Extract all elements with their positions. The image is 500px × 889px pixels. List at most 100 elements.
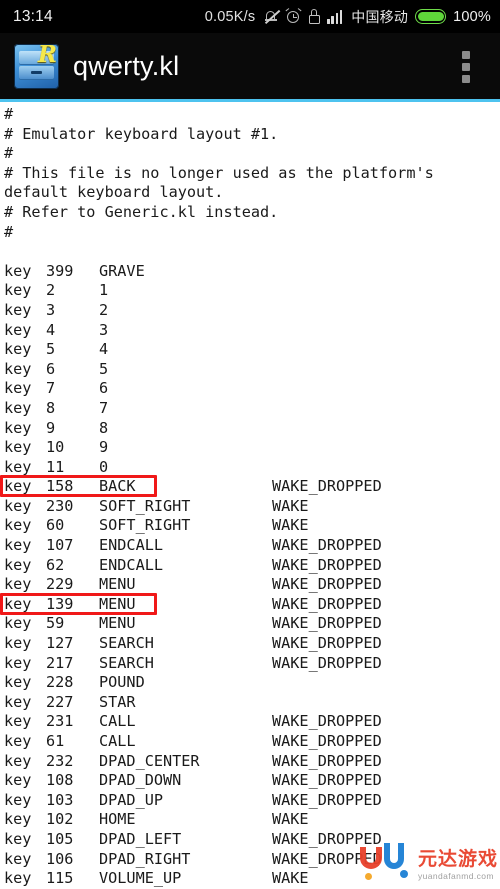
key-flag: WAKE xyxy=(272,496,309,515)
key-scancode: 3 xyxy=(46,300,56,319)
overflow-menu-icon[interactable] xyxy=(457,46,475,88)
key-name: DPAD_CENTER xyxy=(99,751,200,770)
key-keyword: key xyxy=(4,320,32,339)
key-name: MENU xyxy=(99,594,136,613)
key-name: MENU xyxy=(99,575,136,594)
key-keyword: key xyxy=(4,810,32,829)
comment-line: default keyboard layout. xyxy=(4,183,224,202)
key-scancode: 2 xyxy=(46,281,56,300)
battery-icon xyxy=(415,9,447,24)
key-scancode: 217 xyxy=(46,653,74,672)
key-keyword: key xyxy=(4,653,32,672)
app-bar: R qwerty.kl xyxy=(0,33,500,100)
key-scancode: 107 xyxy=(46,536,74,555)
key-keyword: key xyxy=(4,771,32,790)
key-name: ENDCALL xyxy=(99,555,164,574)
key-flag: WAKE_DROPPED xyxy=(272,575,382,594)
status-bar: 13:14 0.05K/s 中国移动 100% xyxy=(0,0,500,33)
signal-bars-icon xyxy=(327,9,344,24)
key-keyword: key xyxy=(4,692,32,711)
key-scancode: 139 xyxy=(46,594,74,613)
key-mapping-row: key 107 ENDCALL WAKE_DROPPED xyxy=(0,536,500,556)
network-speed-label: 0.05K/s xyxy=(204,8,256,25)
key-flag: WAKE xyxy=(272,516,309,535)
key-mapping-row: key 9 8 xyxy=(0,419,500,439)
key-mapping-row: key 227 STAR xyxy=(0,693,500,713)
key-mapping-row: key 399 GRAVE xyxy=(0,262,500,282)
key-flag: WAKE_DROPPED xyxy=(272,712,382,731)
key-name: CALL xyxy=(99,712,136,731)
key-scancode: 108 xyxy=(46,771,74,790)
key-keyword: key xyxy=(4,712,32,731)
comment-line: # Emulator keyboard layout #1. xyxy=(4,124,279,143)
comment-line: # This file is no longer used as the pla… xyxy=(4,163,434,182)
key-mapping-row: key 7 6 xyxy=(0,379,500,399)
key-name: SEARCH xyxy=(99,634,154,653)
key-keyword: key xyxy=(4,536,32,555)
key-flag: WAKE xyxy=(272,869,309,888)
key-name: 5 xyxy=(99,359,109,378)
key-flag: WAKE_DROPPED xyxy=(272,771,382,790)
key-mapping-row: key 103 DPAD_UP WAKE_DROPPED xyxy=(0,791,500,811)
key-name: DPAD_UP xyxy=(99,790,164,809)
key-mapping-row: key 8 7 xyxy=(0,399,500,419)
key-mapping-row: key 61 CALL WAKE_DROPPED xyxy=(0,732,500,752)
key-name: 9 xyxy=(99,438,109,457)
key-name: DPAD_DOWN xyxy=(99,771,182,790)
key-mapping-row: key 5 4 xyxy=(0,340,500,360)
key-scancode: 102 xyxy=(46,810,74,829)
file-text-viewer[interactable]: # # Emulator keyboard layout #1. # # This f… xyxy=(0,102,500,889)
key-mapping-row: key 139 MENU WAKE_DROPPED xyxy=(0,595,500,615)
key-name: 3 xyxy=(99,320,109,339)
key-scancode: 60 xyxy=(46,516,65,535)
key-scancode: 229 xyxy=(46,575,74,594)
key-flag: WAKE_DROPPED xyxy=(272,634,382,653)
key-keyword: key xyxy=(4,496,32,515)
key-keyword: key xyxy=(4,634,32,653)
key-flag: WAKE_DROPPED xyxy=(272,477,382,496)
key-mapping-row: key 228 POUND xyxy=(0,673,500,693)
key-scancode: 115 xyxy=(46,869,74,888)
key-scancode: 5 xyxy=(46,340,56,359)
page-title: qwerty.kl xyxy=(73,51,180,81)
key-name: 8 xyxy=(99,418,109,437)
key-keyword: key xyxy=(4,281,32,300)
key-mapping-row: key 6 5 xyxy=(0,360,500,380)
key-keyword: key xyxy=(4,457,32,476)
key-keyword: key xyxy=(4,575,32,594)
key-scancode: 8 xyxy=(46,398,56,417)
key-name: 2 xyxy=(99,300,109,319)
key-keyword: key xyxy=(4,555,32,574)
watermark-url-label: yuandafanmd.com xyxy=(417,871,494,881)
bell-mute-icon xyxy=(264,9,281,25)
key-keyword: key xyxy=(4,829,32,848)
key-name: 4 xyxy=(99,340,109,359)
key-keyword: key xyxy=(4,869,32,888)
key-scancode: 105 xyxy=(46,829,74,848)
key-keyword: key xyxy=(4,849,32,868)
key-scancode: 127 xyxy=(46,634,74,653)
key-mapping-row: key 229 MENU WAKE_DROPPED xyxy=(0,575,500,595)
key-mapping-row: key 217 SEARCH WAKE_DROPPED xyxy=(0,654,500,674)
key-scancode: 62 xyxy=(46,555,65,574)
comment-block: # # Emulator keyboard layout #1. # # This f… xyxy=(0,105,500,262)
key-keyword: key xyxy=(4,418,32,437)
watermark-text: 元达游戏 yuandafanmd.com xyxy=(417,849,498,883)
key-flag: WAKE_DROPPED xyxy=(272,732,382,750)
key-scancode: 106 xyxy=(46,849,74,868)
key-flag: WAKE_DROPPED xyxy=(272,555,382,574)
key-keyword: key xyxy=(4,594,32,613)
key-keyword: key xyxy=(4,751,32,770)
key-mapping-row: key 10 9 xyxy=(0,438,500,458)
key-scancode: 11 xyxy=(46,457,65,476)
key-mapping-row: key 62 ENDCALL WAKE_DROPPED xyxy=(0,556,500,576)
key-flag: WAKE_DROPPED xyxy=(272,594,382,613)
key-flag: WAKE_DROPPED xyxy=(272,536,382,555)
key-name: 0 xyxy=(99,457,109,476)
key-scancode: 232 xyxy=(46,751,74,770)
app-icon-letter: R xyxy=(37,44,57,68)
key-mapping-row: key 3 2 xyxy=(0,301,500,321)
key-name: 1 xyxy=(99,281,109,300)
key-name: BACK xyxy=(99,477,136,496)
battery-percent-label: 100% xyxy=(453,8,491,25)
